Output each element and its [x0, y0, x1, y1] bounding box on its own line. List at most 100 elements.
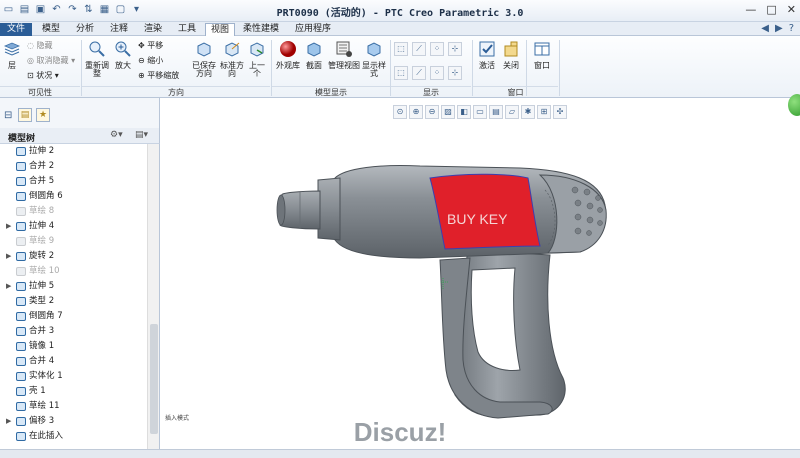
favorites-icon[interactable]: ★	[36, 108, 50, 122]
expand-arrow-icon[interactable]: ▶	[6, 249, 11, 264]
tree-item-label: 倒圆角 7	[29, 311, 63, 321]
tree-item[interactable]: 在此插入	[0, 429, 147, 444]
tree-show-icon[interactable]: ▤▾	[135, 130, 148, 140]
manage-views-button[interactable]: 管理视图	[328, 40, 360, 70]
tab-tools[interactable]: 工具	[171, 23, 203, 36]
axis-display-icon[interactable]: ⟋	[412, 42, 426, 56]
tree-item[interactable]: 合并 5	[0, 174, 147, 189]
spin-center-icon[interactable]: ✣	[553, 105, 567, 119]
tab-view[interactable]: 视图	[205, 23, 235, 36]
expand-arrow-icon[interactable]: ▶	[6, 279, 11, 294]
feature-icon	[16, 192, 26, 201]
tab-model[interactable]: 模型	[35, 23, 67, 36]
plane-tag-icon[interactable]: ⬚	[394, 66, 408, 80]
tree-item[interactable]: 倒圆角 7	[0, 309, 147, 324]
appearance-gallery-button[interactable]: 外观库	[274, 40, 302, 70]
refit-button[interactable]: 重新调整	[85, 40, 109, 78]
view-manager-icon[interactable]: ▤	[489, 105, 503, 119]
close-model-button[interactable]: 关闭	[500, 40, 522, 70]
tab-applications[interactable]: 应用程序	[288, 23, 338, 36]
feature-icon	[16, 177, 26, 186]
tree-item[interactable]: 合并 2	[0, 159, 147, 174]
point-tag-icon[interactable]: ⁘	[430, 66, 444, 80]
tree-settings-icon[interactable]: ⚙▾	[110, 130, 123, 140]
tree-item[interactable]: 草绘 9	[0, 234, 147, 249]
saved-orientations-icon[interactable]: ▭	[473, 105, 487, 119]
tab-analysis[interactable]: 分析	[69, 23, 101, 36]
csys-tag-icon[interactable]: ⊹	[448, 66, 462, 80]
zoom-out-button[interactable]: ⊖ 缩小	[138, 56, 163, 66]
zoom-in-icon[interactable]: ⊕	[409, 105, 423, 119]
tree-item[interactable]: ▶ 拉伸 5	[0, 279, 147, 294]
model-tree-scrollbar[interactable]	[147, 144, 160, 449]
tree-item[interactable]: 草绘 11	[0, 399, 147, 414]
tree-item[interactable]: 草绘 8	[0, 204, 147, 219]
axis-tag-icon[interactable]: ⟋	[412, 66, 426, 80]
point-display-icon[interactable]: ⁘	[430, 42, 444, 56]
tab-annotate[interactable]: 注释	[103, 23, 135, 36]
expand-arrow-icon[interactable]: ▶	[6, 219, 11, 234]
tab-flexible-modeling[interactable]: 柔性建模	[237, 23, 285, 36]
tree-item[interactable]: 镜像 1	[0, 339, 147, 354]
perspective-view-icon[interactable]: ▱	[505, 105, 519, 119]
repaint-icon[interactable]: ▨	[441, 105, 455, 119]
tree-item[interactable]: ▶ 拉伸 4	[0, 219, 147, 234]
minimize-button[interactable]: —	[745, 3, 756, 16]
feature-icon	[16, 297, 26, 306]
datum-display-icon[interactable]: ✱	[521, 105, 535, 119]
folder-browser-icon[interactable]: ▤	[18, 108, 32, 122]
tab-render[interactable]: 渲染	[137, 23, 169, 36]
model-tree-tab-icon[interactable]: ⊟	[4, 110, 12, 121]
tree-item-label: 拉伸 2	[29, 146, 55, 156]
feature-icon	[16, 252, 26, 261]
plane-display-icon[interactable]: ⬚	[394, 42, 408, 56]
tree-item[interactable]: ▶ 旋转 2	[0, 249, 147, 264]
previous-orientation-button[interactable]: 上一个	[246, 40, 268, 78]
unhide-button[interactable]: ◎ 取消隐藏 ▾	[27, 56, 75, 66]
display-style-icon[interactable]: ◧	[457, 105, 471, 119]
help-center-icon[interactable]	[788, 94, 800, 116]
model-tree: 拉伸 2 合并 2 合并 5 倒圆角 6 草绘 8 ▶ 拉伸 4 草绘 9 ▶ 旋转 2 草绘 10…	[0, 144, 147, 449]
help-icon[interactable]: ?	[789, 23, 794, 34]
insert-mode-label: 插入模式	[165, 415, 190, 422]
window-title: PRT0090 (活动的) - PTC Creo Parametric 3.0	[276, 8, 524, 19]
window-button[interactable]: 窗口	[530, 40, 554, 70]
tree-item[interactable]: ▶ 偏移 3	[0, 414, 147, 429]
status-button[interactable]: ⊡ 状况 ▾	[27, 71, 59, 81]
zoom-in-button[interactable]: 放大	[112, 40, 134, 70]
arrow-left-icon[interactable]: ◀	[761, 23, 769, 34]
tab-file[interactable]: 文件	[0, 23, 32, 36]
pan-button[interactable]: ✥ 平移	[138, 41, 163, 51]
show-toggles-row-2: ⬚ ⟋ ⁘ ⊹	[394, 66, 462, 80]
tree-item[interactable]: 合并 4	[0, 354, 147, 369]
arrow-right-icon[interactable]: ▶	[775, 23, 783, 34]
zoom-out-icon[interactable]: ⊖	[425, 105, 439, 119]
tree-item[interactable]: 实体化 1	[0, 369, 147, 384]
tree-item[interactable]: 拉伸 2	[0, 144, 147, 159]
tree-item[interactable]: 倒圆角 6	[0, 189, 147, 204]
standard-orientation-button[interactable]: 标准方向	[220, 40, 244, 78]
tree-item-label: 拉伸 5	[29, 281, 55, 291]
show-group-label: 显示	[391, 86, 471, 97]
tree-item[interactable]: 合并 3	[0, 324, 147, 339]
tree-item[interactable]: 类型 2	[0, 294, 147, 309]
csys-display-icon[interactable]: ⊹	[448, 42, 462, 56]
expand-arrow-icon[interactable]: ▶	[6, 414, 11, 429]
refit-icon[interactable]: ⊙	[393, 105, 407, 119]
tree-item[interactable]: 壳 1	[0, 384, 147, 399]
activate-button[interactable]: 激活	[476, 40, 498, 70]
appearance-sphere-icon	[280, 41, 296, 57]
layers-button[interactable]: 层	[2, 40, 22, 70]
annotation-display-icon[interactable]: ⊞	[537, 105, 551, 119]
display-style-button[interactable]: 显示样式	[362, 40, 386, 78]
hide-button[interactable]: ◌ 隐藏	[27, 41, 53, 51]
close-button[interactable]: ✕	[787, 3, 796, 16]
saved-orientations-button[interactable]: 已保存方向	[190, 40, 218, 78]
graphics-area[interactable]: BUY KEY	[160, 122, 800, 449]
section-button[interactable]: 截面	[303, 40, 325, 70]
maximize-button[interactable]: □	[766, 3, 776, 16]
scrollbar-thumb[interactable]	[150, 324, 158, 434]
pan-zoom-button[interactable]: ⊕ 平移缩放	[138, 71, 179, 81]
feature-icon	[16, 162, 26, 171]
tree-item[interactable]: 草绘 10	[0, 264, 147, 279]
